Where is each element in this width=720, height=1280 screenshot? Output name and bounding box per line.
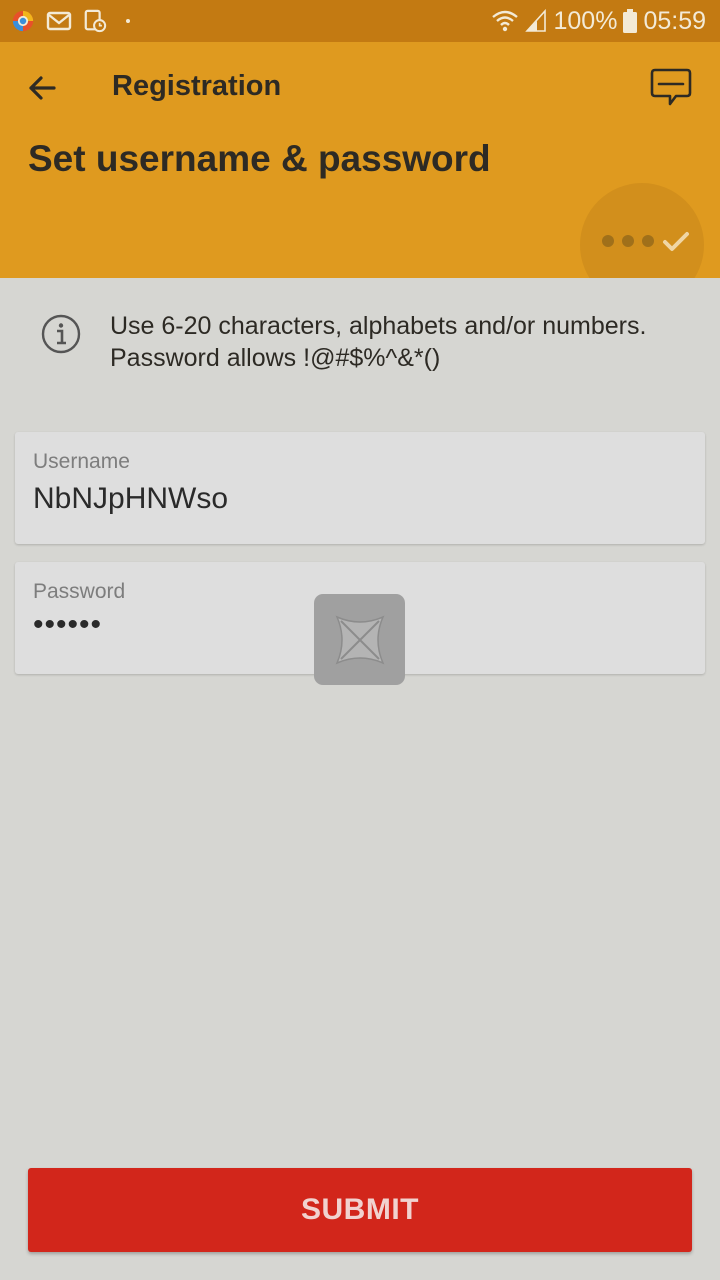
username-field[interactable]: Username NbNJpHNWso [15,432,705,544]
back-arrow-icon [29,76,56,100]
status-bar: 100% 05:59 [0,0,720,42]
header-title: Registration [112,70,282,102]
progress-dot [602,235,614,247]
app-header: Registration Set username & password [0,42,720,278]
info-hint: Use 6-20 characters, alphabets and/or nu… [40,310,680,380]
notification-dot [126,19,130,23]
wifi-icon [492,10,519,32]
loading-spinner [314,594,405,685]
chat-button[interactable] [646,64,696,112]
submit-button[interactable]: SUBMIT [28,1168,692,1252]
signal-icon [525,9,547,32]
username-input[interactable]: NbNJpHNWso [33,482,228,516]
progress-dot [622,235,634,247]
gmail-icon [46,11,72,31]
calendar-clock-icon [84,9,107,33]
clock: 05:59 [643,6,706,35]
battery-percent: 100% [553,6,618,35]
page-title: Set username & password [28,138,491,179]
progress-indicator [580,183,704,278]
battery-icon [623,9,638,33]
checkmark-icon [663,232,689,251]
password-input[interactable]: •••••• [33,608,102,642]
browser-app-icon [12,10,34,32]
progress-dot [642,235,654,247]
username-label: Username [33,450,130,473]
spinner-logo-icon [335,615,384,664]
password-label: Password [33,580,126,603]
back-button[interactable] [20,66,64,110]
chat-icon [650,68,692,106]
info-text: Use 6-20 characters, alphabets and/or nu… [110,312,647,372]
info-icon [41,314,81,354]
